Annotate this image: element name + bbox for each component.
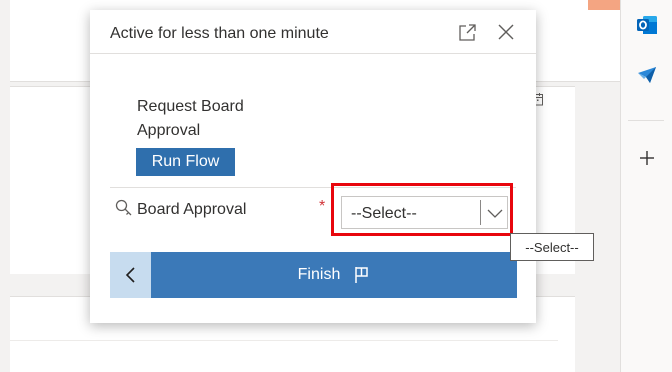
outlook-icon[interactable] — [636, 14, 658, 36]
board-approval-label: Board Approval — [137, 201, 247, 218]
lookup-search-icon — [115, 199, 132, 216]
background-divider — [10, 340, 558, 341]
back-button[interactable] — [110, 252, 151, 298]
run-flow-button[interactable]: Run Flow — [136, 148, 235, 176]
dialog-title: Active for less than one minute — [110, 25, 329, 42]
flag-icon — [355, 267, 369, 283]
flow-stage-dialog: Active for less than one minute Request … — [90, 10, 536, 323]
send-icon[interactable] — [636, 64, 658, 86]
select-tooltip: --Select-- — [510, 233, 594, 261]
step-label: Request Board Approval — [137, 98, 244, 139]
finish-button[interactable]: Finish — [151, 252, 517, 298]
side-app-bar — [620, 0, 672, 372]
plus-icon[interactable] — [637, 148, 657, 168]
side-app-divider — [628, 120, 664, 121]
select-highlight-box — [331, 183, 513, 236]
finish-label: Finish — [297, 266, 341, 283]
required-indicator: * — [319, 198, 326, 215]
background-accent-tab — [588, 0, 620, 10]
popout-icon[interactable] — [458, 23, 477, 42]
close-icon[interactable] — [497, 23, 515, 41]
dialog-header: Active for less than one minute — [90, 10, 536, 54]
chevron-left-icon — [125, 267, 135, 283]
